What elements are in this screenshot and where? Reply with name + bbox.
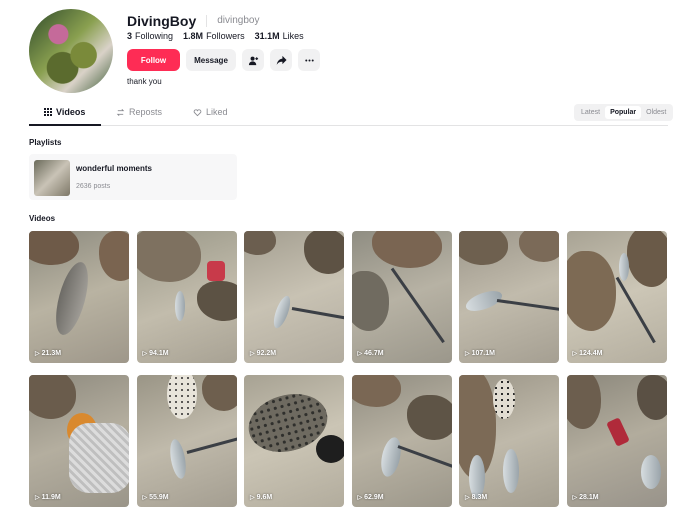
video-card[interactable]: ▷ 28.1M <box>566 375 667 507</box>
profile-avatar[interactable] <box>29 9 113 93</box>
videos-heading: Videos <box>29 214 56 223</box>
play-icon: ▷ <box>35 495 40 501</box>
video-card[interactable]: ▷ 92.2M <box>244 231 344 363</box>
play-icon: ▷ <box>465 495 470 501</box>
share-button[interactable] <box>270 49 292 71</box>
grid-icon <box>44 108 52 116</box>
playlist-card[interactable]: wonderful moments 2636 posts <box>29 154 237 200</box>
play-icon: ▷ <box>142 351 148 357</box>
sort-latest[interactable]: Latest <box>576 106 605 119</box>
follow-button[interactable]: Follow <box>127 49 180 71</box>
play-icon: ▷ <box>142 495 148 501</box>
video-grid: ▷ 21.3M ▷ 94.1M ▷ 92.2M ▷ 46.7M ▷ 107.1M ▷ 124… <box>29 231 668 507</box>
profile-bio: thank you <box>127 77 162 86</box>
profile-name-row: DivingBoy divingboy <box>127 13 260 29</box>
tab-videos-label: Videos <box>56 107 86 117</box>
video-view-count: ▷ 62.9M <box>357 494 384 501</box>
playlist-post-count: 2636 posts <box>76 183 111 190</box>
video-view-count: ▷ 11.9M <box>35 494 61 501</box>
playlist-thumbnail <box>34 160 70 196</box>
username-handle: divingboy <box>206 15 260 27</box>
tab-liked-label: Liked <box>206 107 228 117</box>
profile-actions: Follow Message <box>127 49 320 71</box>
video-view-count: ▷ 21.3M <box>35 350 62 357</box>
stat-following[interactable]: 3 Following <box>127 31 173 41</box>
tab-reposts-label: Reposts <box>129 107 163 117</box>
sort-popular[interactable]: Popular <box>605 106 642 119</box>
play-icon: ▷ <box>250 495 255 501</box>
video-view-count: ▷ 8.3M <box>465 494 488 501</box>
stat-likes: 31.1M Likes <box>254 31 304 41</box>
video-card[interactable]: ▷ 55.9M <box>136 375 237 507</box>
more-dots-icon <box>304 58 314 62</box>
video-card[interactable]: ▷ 11.9M <box>29 375 129 507</box>
video-view-count: ▷ 92.2M <box>250 350 277 357</box>
message-button[interactable]: Message <box>186 49 236 71</box>
video-view-count: ▷ 9.6M <box>250 494 273 501</box>
add-friend-button[interactable] <box>242 49 264 71</box>
video-view-count: ▷ 124.4M <box>572 350 603 357</box>
video-view-count: ▷ 55.9M <box>142 494 169 501</box>
profile-tabs: Videos Reposts Liked <box>29 103 668 126</box>
video-card[interactable]: ▷ 124.4M <box>566 231 667 363</box>
share-arrow-icon <box>276 55 287 65</box>
video-card[interactable]: ▷ 46.7M <box>351 231 452 363</box>
active-tab-indicator <box>29 124 101 126</box>
video-view-count: ▷ 107.1M <box>465 350 495 357</box>
play-icon: ▷ <box>572 495 578 501</box>
playlist-title: wonderful moments <box>76 164 153 173</box>
video-card[interactable]: ▷ 107.1M <box>459 231 559 363</box>
tab-liked[interactable]: Liked <box>193 107 228 117</box>
stat-followers[interactable]: 1.8M Followers <box>183 31 245 41</box>
repost-icon <box>116 108 125 116</box>
play-icon: ▷ <box>250 351 255 357</box>
video-view-count: ▷ 28.1M <box>572 494 599 501</box>
video-card[interactable]: ▷ 94.1M <box>136 231 237 363</box>
play-icon: ▷ <box>357 495 363 501</box>
video-view-count: ▷ 94.1M <box>142 350 169 357</box>
tab-reposts[interactable]: Reposts <box>116 107 162 117</box>
sort-toggle: Latest Popular Oldest <box>574 104 674 121</box>
play-icon: ▷ <box>35 351 40 357</box>
video-card[interactable]: ▷ 21.3M <box>29 231 129 363</box>
tab-videos[interactable]: Videos <box>44 107 85 117</box>
play-icon: ▷ <box>572 351 578 357</box>
more-options-button[interactable] <box>298 49 320 71</box>
playlists-heading: Playlists <box>29 138 62 147</box>
video-view-count: ▷ 46.7M <box>357 350 384 357</box>
video-card[interactable]: ▷ 9.6M <box>244 375 344 507</box>
video-card[interactable]: ▷ 62.9M <box>351 375 452 507</box>
person-add-icon <box>248 56 258 65</box>
play-icon: ▷ <box>465 351 470 357</box>
video-card[interactable]: ▷ 8.3M <box>459 375 559 507</box>
heart-lock-icon <box>193 108 202 116</box>
display-name: DivingBoy <box>127 13 197 29</box>
sort-oldest[interactable]: Oldest <box>641 106 671 119</box>
play-icon: ▷ <box>357 351 363 357</box>
profile-stats: 3 Following 1.8M Followers 31.1M Likes <box>127 31 304 41</box>
